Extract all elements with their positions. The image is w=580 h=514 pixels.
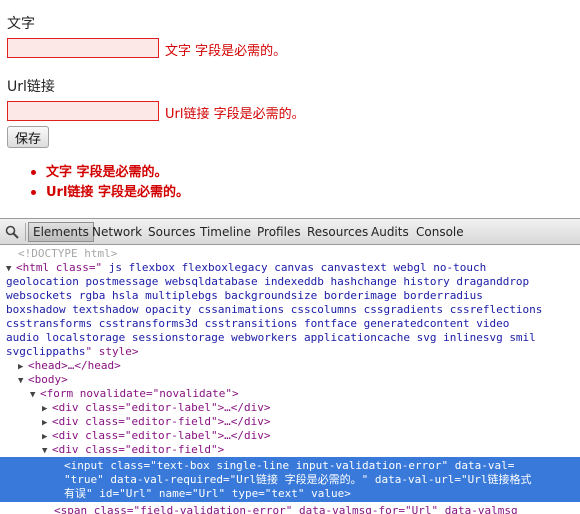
selected-node-line: 有误" id="Url" name="Url" type="text" valu… bbox=[64, 487, 351, 500]
selected-node-line: "true" data-val-required="Url链接 字段是必需的。"… bbox=[64, 473, 532, 486]
editor-label-node[interactable]: ▶ <div class="editor-label">…</div> bbox=[42, 429, 271, 443]
body-tag: <body> bbox=[28, 373, 68, 386]
selected-node-line: <input class="text-box single-line input… bbox=[64, 459, 515, 472]
div-tag: <div class="editor-label">…</div> bbox=[52, 401, 271, 414]
tab-elements[interactable]: Elements bbox=[28, 222, 94, 242]
expanded-arrow-icon[interactable]: ▼ bbox=[42, 444, 52, 458]
tab-console[interactable]: Console bbox=[412, 222, 468, 242]
div-tag: <div class="editor-field">…</div> bbox=[52, 415, 271, 428]
save-button[interactable]: 保存 bbox=[7, 126, 49, 148]
html-class-value: boxshadow textshadow opacity cssanimatio… bbox=[6, 303, 543, 316]
text-input[interactable] bbox=[7, 38, 159, 58]
tab-profiles[interactable]: Profiles bbox=[253, 222, 305, 242]
editor-label-node[interactable]: ▶ <div class="editor-label">…</div> bbox=[42, 401, 271, 415]
search-icon[interactable] bbox=[5, 225, 19, 239]
form-area: 文字 文字 字段是必需的。 Url链接 Url链接 字段是必需的。 保存 文字 … bbox=[0, 0, 580, 218]
html-class-value: websockets rgba hsla multiplebgs backgro… bbox=[6, 289, 483, 302]
tab-sources[interactable]: Sources bbox=[144, 222, 199, 242]
label-url: Url链接 bbox=[7, 79, 55, 95]
div-tag: <div class="editor-label">…</div> bbox=[52, 429, 271, 442]
html-class-value: js flexbox flexboxlegacy canvas canvaste… bbox=[102, 261, 487, 274]
html-class-value: audio localstorage sessionstorage webwor… bbox=[6, 331, 536, 344]
editor-field-node[interactable]: ▶ <div class="editor-field">…</div> bbox=[42, 415, 271, 429]
html-tag-end: " style> bbox=[85, 345, 139, 358]
head-tag: <head>…</head> bbox=[28, 359, 121, 372]
summary-item: Url链接 字段是必需的。 bbox=[28, 183, 189, 203]
tab-resources[interactable]: Resources bbox=[303, 222, 372, 242]
devtools-toolbar: Elements Network Sources Timeline Profil… bbox=[0, 218, 580, 245]
url-input[interactable] bbox=[7, 101, 159, 121]
tab-timeline[interactable]: Timeline bbox=[196, 222, 255, 242]
form-node[interactable]: ▼ <form novalidate="novalidate"> bbox=[30, 387, 239, 401]
selected-node[interactable]: <input class="text-box single-line input… bbox=[0, 457, 580, 502]
html-class-value: svgclippaths" style> bbox=[6, 345, 138, 359]
div-tag: <div class="editor-field"> bbox=[52, 443, 225, 456]
validation-summary: 文字 字段是必需的。 Url链接 字段是必需的。 bbox=[28, 163, 189, 203]
body-node[interactable]: ▼ <body> bbox=[18, 373, 68, 387]
expanded-arrow-icon[interactable]: ▼ bbox=[6, 262, 16, 276]
expanded-arrow-icon[interactable]: ▼ bbox=[18, 374, 28, 388]
url-field-error: Url链接 字段是必需的。 bbox=[165, 107, 305, 122]
html-class-value: geolocation postmessage websqldatabase i… bbox=[6, 275, 530, 288]
page: 文字 文字 字段是必需的。 Url链接 Url链接 字段是必需的。 保存 文字 … bbox=[0, 0, 580, 514]
tab-network[interactable]: Network bbox=[88, 222, 146, 242]
html-node[interactable]: ▼ <html class=" js flexbox flexboxlegacy … bbox=[6, 261, 486, 275]
text-field-error: 文字 字段是必需的。 bbox=[165, 44, 287, 59]
editor-field-node[interactable]: ▼ <div class="editor-field"> bbox=[42, 443, 224, 457]
expanded-arrow-icon[interactable]: ▼ bbox=[30, 388, 40, 402]
span-node-partial[interactable]: <span class="field-validation-error" dat… bbox=[54, 504, 518, 514]
label-text: 文字 bbox=[7, 16, 35, 32]
toolbar-divider bbox=[25, 223, 26, 241]
head-node[interactable]: ▶ <head>…</head> bbox=[18, 359, 121, 373]
collapsed-arrow-icon[interactable]: ▶ bbox=[42, 402, 52, 416]
collapsed-arrow-icon[interactable]: ▶ bbox=[18, 360, 28, 374]
form-tag: <form novalidate="novalidate"> bbox=[40, 387, 239, 400]
doctype-node: <!DOCTYPE html> bbox=[18, 247, 118, 260]
collapsed-arrow-icon[interactable]: ▶ bbox=[42, 416, 52, 430]
collapsed-arrow-icon[interactable]: ▶ bbox=[42, 430, 52, 444]
html-tag: <html class=" bbox=[16, 261, 103, 274]
devtools-panel: Elements Network Sources Timeline Profil… bbox=[0, 218, 580, 514]
summary-item: 文字 字段是必需的。 bbox=[28, 163, 189, 183]
tab-audits[interactable]: Audits bbox=[367, 222, 413, 242]
html-class-value: csstransforms csstransforms3d csstransit… bbox=[6, 317, 510, 330]
dom-tree: <!DOCTYPE html> ▼ <html class=" js flexbo… bbox=[0, 245, 580, 514]
html-class-value: svgclippaths bbox=[6, 345, 86, 358]
